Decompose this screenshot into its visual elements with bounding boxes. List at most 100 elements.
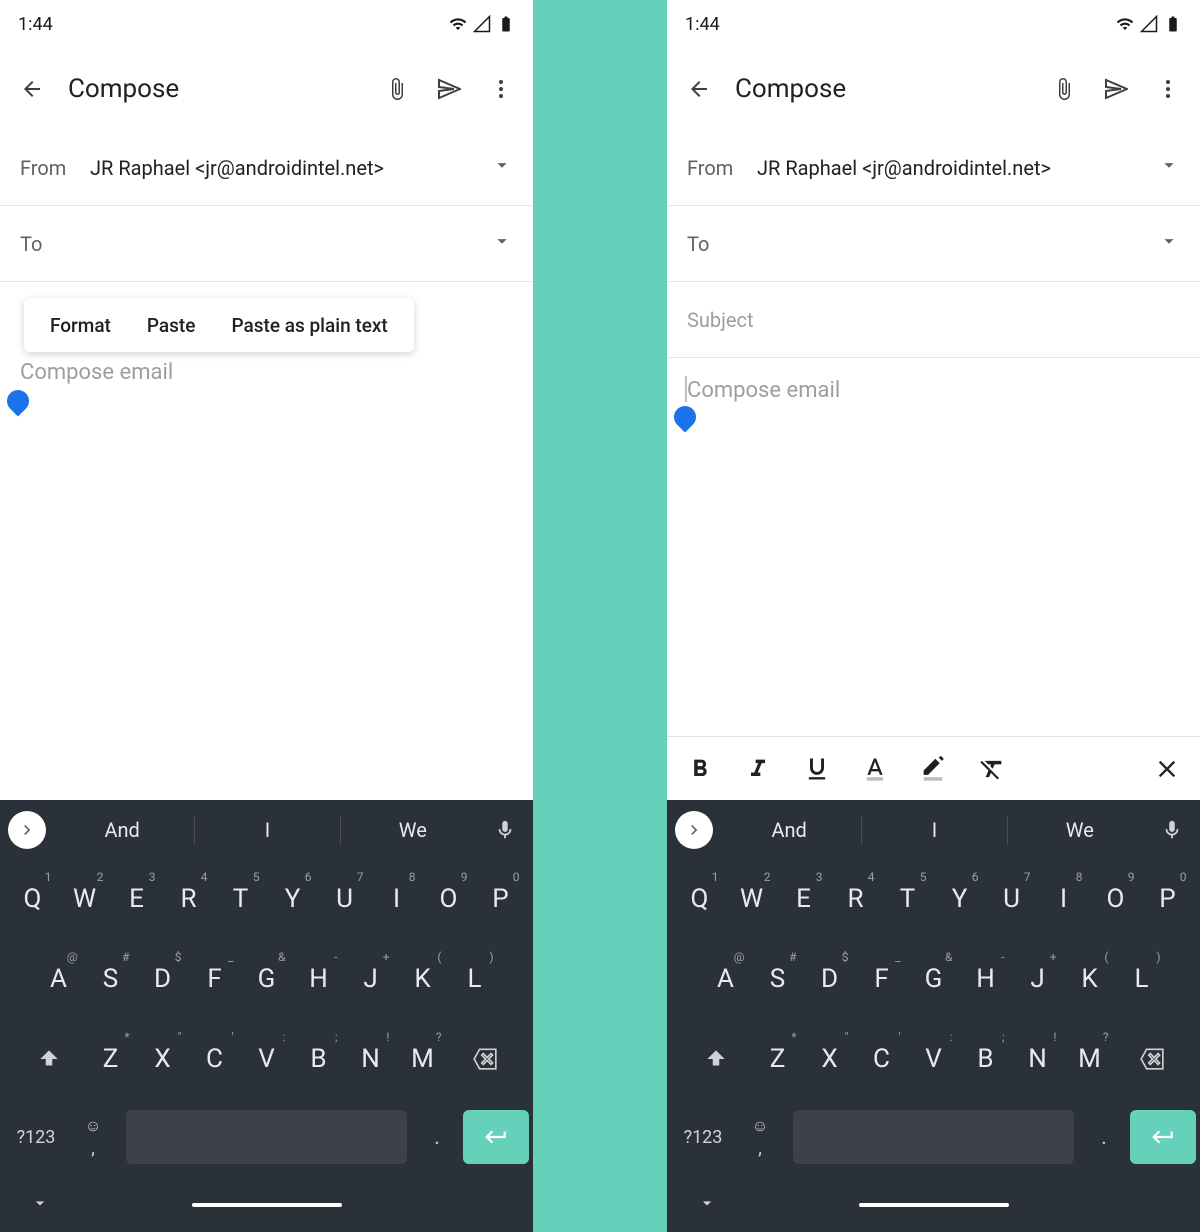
chevron-down-icon[interactable] [1158, 154, 1180, 181]
clear-format-button[interactable] [963, 737, 1021, 800]
key-v[interactable]: V: [909, 1026, 959, 1092]
underline-button[interactable] [788, 737, 846, 800]
from-field[interactable]: From JR Raphael <jr@androidintel.net> [0, 130, 533, 206]
key-g[interactable]: G& [909, 946, 959, 1012]
home-handle[interactable] [859, 1203, 1009, 1207]
shift-key[interactable] [14, 1026, 84, 1092]
backspace-key[interactable] [1117, 1026, 1187, 1092]
key-b[interactable]: B; [294, 1026, 344, 1092]
emoji-key[interactable]: ☺, [735, 1110, 785, 1164]
from-field[interactable]: From JR Raphael <jr@androidintel.net> [667, 130, 1200, 206]
space-key[interactable] [126, 1110, 407, 1164]
key-t[interactable]: T5 [883, 866, 933, 932]
key-n[interactable]: N! [346, 1026, 396, 1092]
text-color-button[interactable] [846, 737, 904, 800]
attach-button[interactable] [1040, 65, 1088, 113]
bold-button[interactable] [671, 737, 729, 800]
key-n[interactable]: N! [1013, 1026, 1063, 1092]
keyboard-expand-button[interactable] [8, 811, 46, 849]
key-p[interactable]: P0 [476, 866, 526, 932]
enter-key[interactable] [1130, 1110, 1196, 1164]
highlight-button[interactable] [904, 737, 962, 800]
space-key[interactable] [793, 1110, 1074, 1164]
attach-button[interactable] [373, 65, 421, 113]
enter-key[interactable] [463, 1110, 529, 1164]
key-s[interactable]: S# [753, 946, 803, 1012]
key-q[interactable]: Q1 [675, 866, 725, 932]
key-u[interactable]: U7 [320, 866, 370, 932]
suggestion-2[interactable]: I [862, 818, 1006, 842]
key-i[interactable]: I8 [372, 866, 422, 932]
key-r[interactable]: R4 [164, 866, 214, 932]
key-o[interactable]: O9 [1091, 866, 1141, 932]
key-t[interactable]: T5 [216, 866, 266, 932]
key-f[interactable]: F_ [857, 946, 907, 1012]
key-p[interactable]: P0 [1143, 866, 1193, 932]
compose-body[interactable]: Compose email [667, 358, 1200, 736]
more-button[interactable] [1144, 65, 1192, 113]
suggestion-2[interactable]: I [195, 818, 339, 842]
key-j[interactable]: J+ [1013, 946, 1063, 1012]
mic-button[interactable] [485, 819, 525, 841]
key-z[interactable]: Z* [86, 1026, 136, 1092]
key-x[interactable]: X" [138, 1026, 188, 1092]
key-w[interactable]: W2 [60, 866, 110, 932]
key-c[interactable]: C' [857, 1026, 907, 1092]
key-c[interactable]: C' [190, 1026, 240, 1092]
suggestion-1[interactable]: And [50, 818, 194, 842]
home-handle[interactable] [192, 1203, 342, 1207]
period-key[interactable]: . [1082, 1110, 1126, 1164]
to-field[interactable]: To [667, 206, 1200, 282]
close-toolbar-button[interactable] [1138, 737, 1196, 800]
chevron-down-icon[interactable] [491, 154, 513, 181]
menu-format[interactable]: Format [32, 314, 129, 337]
key-x[interactable]: X" [805, 1026, 855, 1092]
key-g[interactable]: G& [242, 946, 292, 1012]
key-v[interactable]: V: [242, 1026, 292, 1092]
key-u[interactable]: U7 [987, 866, 1037, 932]
suggestion-3[interactable]: We [341, 818, 485, 842]
key-a[interactable]: A@ [701, 946, 751, 1012]
key-s[interactable]: S# [86, 946, 136, 1012]
menu-paste-plain[interactable]: Paste as plain text [213, 314, 405, 337]
more-button[interactable] [477, 65, 525, 113]
suggestion-3[interactable]: We [1008, 818, 1152, 842]
keyboard-expand-button[interactable] [675, 811, 713, 849]
key-m[interactable]: M? [398, 1026, 448, 1092]
back-button[interactable] [8, 65, 56, 113]
key-w[interactable]: W2 [727, 866, 777, 932]
chevron-down-icon[interactable] [1158, 230, 1180, 257]
back-button[interactable] [675, 65, 723, 113]
key-y[interactable]: Y6 [935, 866, 985, 932]
period-key[interactable]: . [415, 1110, 459, 1164]
symbols-key[interactable]: ?123 [671, 1110, 735, 1164]
key-j[interactable]: J+ [346, 946, 396, 1012]
key-m[interactable]: M? [1065, 1026, 1115, 1092]
text-cursor-handle[interactable] [2, 385, 33, 416]
text-cursor-handle[interactable] [669, 401, 700, 432]
to-field[interactable]: To [0, 206, 533, 282]
key-z[interactable]: Z* [753, 1026, 803, 1092]
key-a[interactable]: A@ [34, 946, 84, 1012]
key-l[interactable]: L) [450, 946, 500, 1012]
keyboard-hide-icon[interactable] [697, 1193, 717, 1217]
backspace-key[interactable] [450, 1026, 520, 1092]
key-o[interactable]: O9 [424, 866, 474, 932]
menu-paste[interactable]: Paste [129, 314, 214, 337]
key-e[interactable]: E3 [112, 866, 162, 932]
key-i[interactable]: I8 [1039, 866, 1089, 932]
key-h[interactable]: H- [294, 946, 344, 1012]
key-h[interactable]: H- [961, 946, 1011, 1012]
keyboard-hide-icon[interactable] [30, 1193, 50, 1217]
key-r[interactable]: R4 [831, 866, 881, 932]
send-button[interactable] [425, 65, 473, 113]
key-f[interactable]: F_ [190, 946, 240, 1012]
key-b[interactable]: B; [961, 1026, 1011, 1092]
key-e[interactable]: E3 [779, 866, 829, 932]
send-button[interactable] [1092, 65, 1140, 113]
key-d[interactable]: D$ [138, 946, 188, 1012]
mic-button[interactable] [1152, 819, 1192, 841]
key-q[interactable]: Q1 [8, 866, 58, 932]
suggestion-1[interactable]: And [717, 818, 861, 842]
emoji-key[interactable]: ☺, [68, 1110, 118, 1164]
